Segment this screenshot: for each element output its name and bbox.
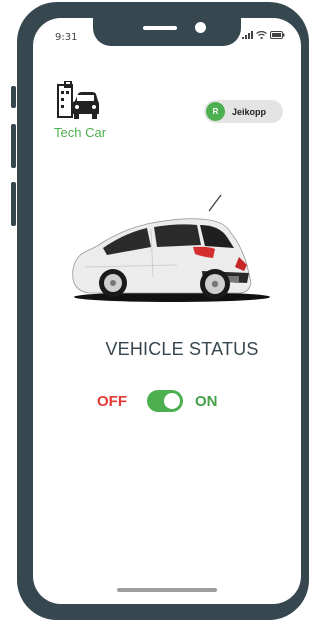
vehicle-power-toggle[interactable] [147, 390, 183, 412]
speaker-grille [143, 26, 177, 30]
user-name: Jeikopp [232, 106, 267, 117]
on-label: ON [195, 392, 218, 410]
phone-notch [93, 18, 241, 46]
battery-icon [270, 31, 285, 39]
brand-name: Tech Car [54, 125, 107, 140]
status-icons [242, 31, 285, 39]
wifi-icon [256, 31, 267, 39]
user-chip[interactable]: R Jeikopp [204, 100, 283, 123]
vehicle-toggle-row: OFF ON [97, 390, 218, 412]
signal-icon [242, 31, 253, 39]
tech-car-logo-icon [57, 81, 99, 119]
phone-button-volume-down [11, 182, 16, 226]
toggle-knob [164, 393, 180, 409]
app-screen: 9:31 Tech Car R Jeikopp VEHICLE STATUS O… [33, 18, 301, 604]
home-indicator[interactable] [117, 588, 217, 592]
front-camera [195, 22, 206, 33]
status-time: 9:31 [55, 32, 78, 43]
phone-button-mute [11, 86, 16, 108]
car-image [72, 194, 270, 302]
phone-button-volume-up [11, 124, 16, 168]
off-label: OFF [97, 392, 127, 410]
page-title: VEHICLE STATUS [105, 339, 259, 359]
avatar: R [206, 102, 225, 121]
